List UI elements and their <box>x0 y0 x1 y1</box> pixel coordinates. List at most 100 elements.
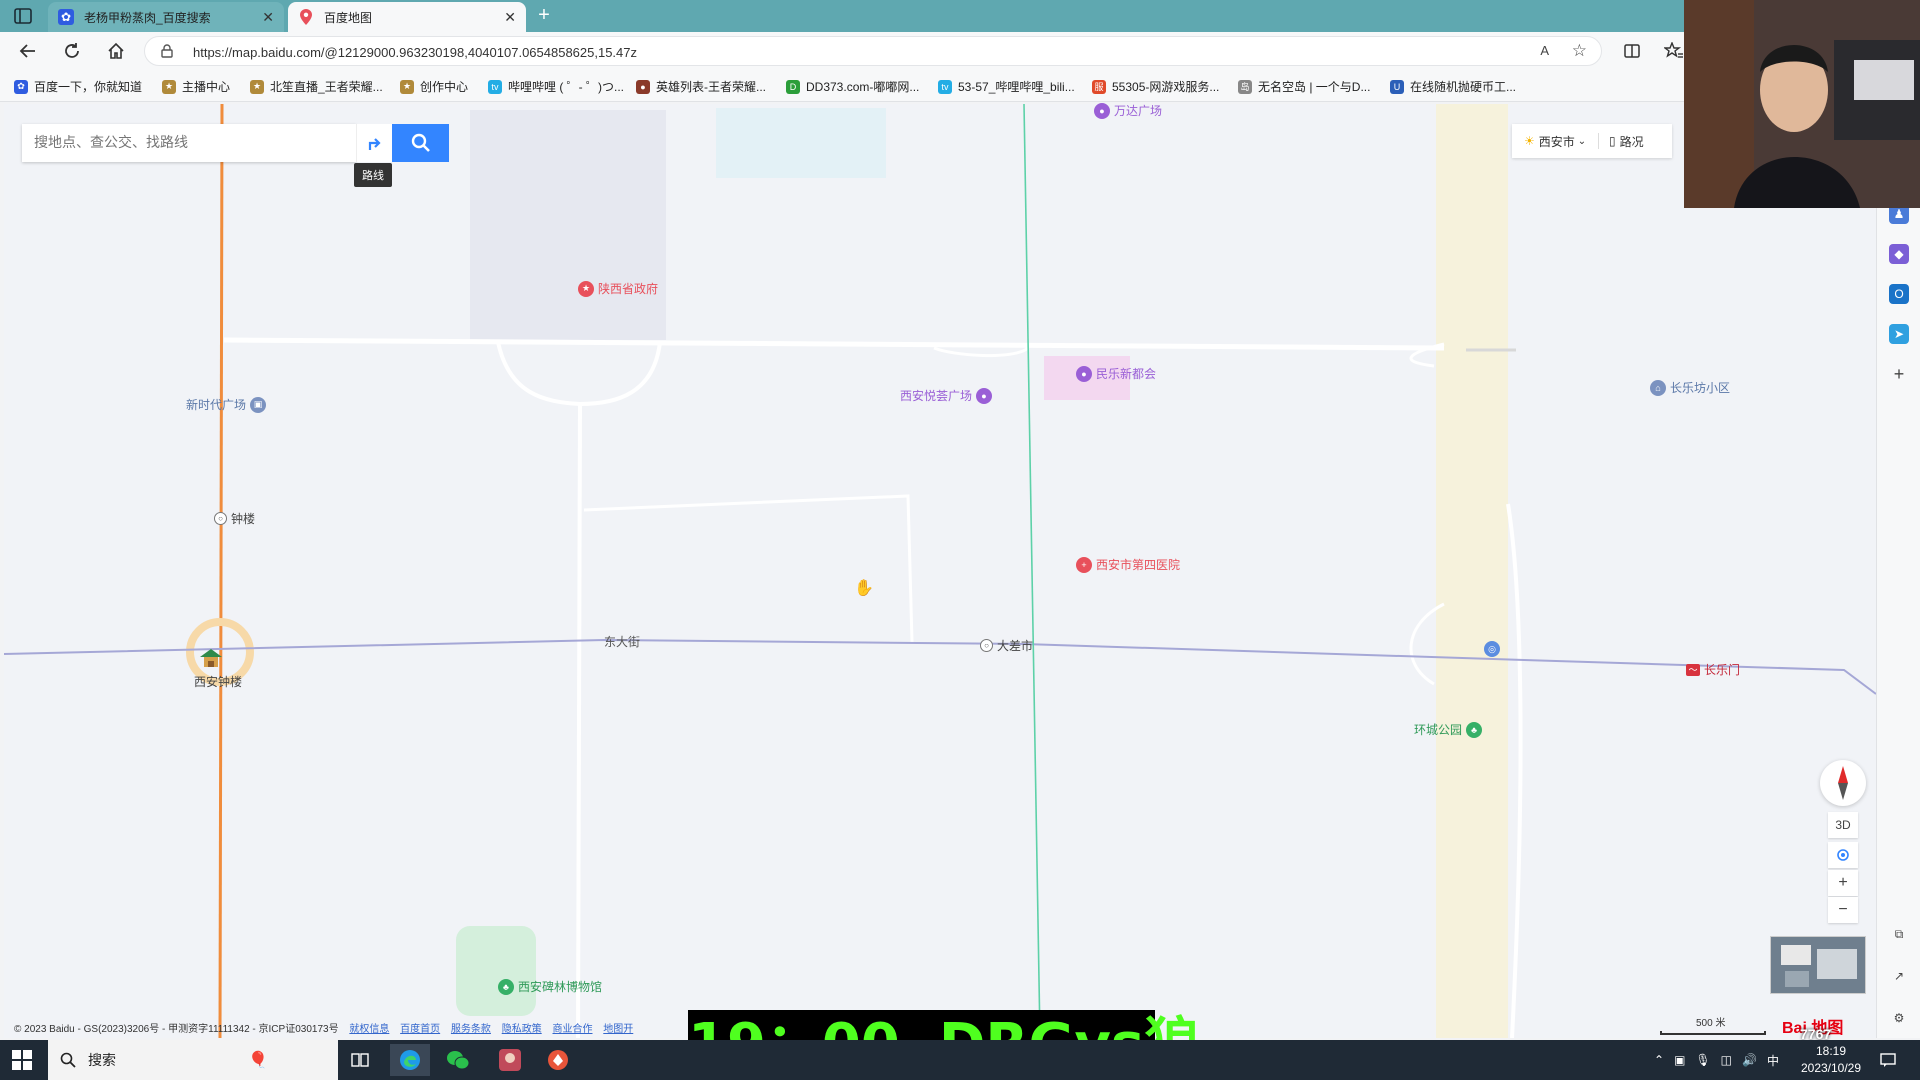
zoom-out-button[interactable]: − <box>1828 897 1858 923</box>
baidu-paw-icon: ✿ <box>58 9 74 25</box>
poi-changlemen[interactable]: 〜长乐门 <box>1686 661 1740 678</box>
poi-blue-marker[interactable]: ◎ <box>1484 641 1500 657</box>
city-traffic-bar: ☀ 西安市 ⌄ ▯ 路况 <box>1512 124 1672 158</box>
settings-gear-icon[interactable]: ⚙ <box>1889 1008 1909 1028</box>
poi-zhonglou-stop[interactable]: ○ 钟楼 <box>214 510 255 527</box>
poi-zhonglou[interactable]: 西安钟楼 <box>194 673 242 690</box>
tab-baidu-map[interactable]: 百度地图 ✕ <box>288 2 526 32</box>
bookmark-item[interactable]: D DD373.com-嘟嘟网... <box>786 78 919 95</box>
poi-label: 民乐新都会 <box>1096 367 1157 381</box>
footer-link[interactable]: 服务条款 <box>451 1024 491 1035</box>
3d-toggle[interactable]: 3D <box>1828 812 1858 838</box>
bookmark-label: 哔哩哔哩 ( ゜- ゜)つ... <box>508 80 624 94</box>
edge-browser-icon[interactable] <box>390 1044 430 1076</box>
bell-tower-icon[interactable] <box>196 647 226 671</box>
home-icon[interactable] <box>104 40 128 62</box>
bookmark-item[interactable]: ★ 主播中心 <box>162 78 230 95</box>
shopping-pin-icon: ● <box>1076 365 1092 382</box>
city-selector[interactable]: ☀ 西安市 ⌄ <box>1512 133 1598 150</box>
outlook-icon[interactable]: O <box>1889 284 1909 304</box>
game-launcher-icon[interactable] <box>538 1044 578 1076</box>
poi-huancheng[interactable]: 环城公园 ♣ <box>1414 721 1483 738</box>
new-tab-button[interactable]: + <box>532 4 556 27</box>
microphone-icon[interactable]: 🎙 <box>1695 1053 1710 1067</box>
map-search-input[interactable] <box>22 124 322 160</box>
poi-shaanxi-gov[interactable]: ★ 陕西省政府 <box>578 280 658 297</box>
poi-dachashi[interactable]: ○ 大差市 <box>980 637 1033 654</box>
bookmark-item[interactable]: tv 哔哩哔哩 ( ゜- ゜)つ... <box>488 78 624 95</box>
tab-baidu-search[interactable]: ✿ 老杨甲粉蒸肉_百度搜索 ✕ <box>48 2 284 32</box>
bookmark-label: 55305-网游戏服务... <box>1112 80 1220 94</box>
ime-indicator[interactable]: 中 <box>1767 1052 1779 1069</box>
lock-icon[interactable] <box>161 44 173 61</box>
poi-hospital[interactable]: + 西安市第四医院 <box>1076 556 1180 573</box>
locate-button[interactable] <box>1828 842 1858 868</box>
footer-link[interactable]: 百度首页 <box>400 1024 440 1035</box>
bookmark-item[interactable]: 服 55305-网游戏服务... <box>1092 78 1219 95</box>
edge-sidebar: ♟ ◆ O ➤ + ⧉ ↗ ⚙ <box>1876 104 1920 1038</box>
footer-link[interactable]: 商业合作 <box>552 1024 592 1035</box>
open-external-icon[interactable]: ↗ <box>1889 966 1909 986</box>
app-avatar-icon[interactable] <box>490 1044 530 1076</box>
tab-actions-icon[interactable] <box>10 5 36 27</box>
split-screen-icon[interactable] <box>1620 40 1644 62</box>
map-search-button[interactable] <box>392 124 449 162</box>
compass-control[interactable] <box>1820 760 1866 806</box>
add-icon[interactable]: + <box>1889 364 1909 384</box>
url-text[interactable]: https://map.baidu.com/@12129000.96323019… <box>193 45 637 60</box>
map-canvas[interactable] <box>4 104 1876 1038</box>
satellite-thumbnail[interactable] <box>1770 936 1866 994</box>
send-icon[interactable]: ➤ <box>1889 324 1909 344</box>
volume-icon[interactable]: 🔊 <box>1742 1053 1757 1067</box>
route-tooltip: 路线 <box>354 163 392 187</box>
wifi-icon[interactable]: ◫ <box>1721 1053 1732 1067</box>
bookmark-label: 创作中心 <box>420 80 469 94</box>
screenshot-icon[interactable]: ⧉ <box>1889 924 1909 944</box>
read-aloud-icon[interactable]: A <box>1540 43 1549 58</box>
bilibili-icon: tv <box>938 79 952 94</box>
taskbar: 搜索 🎈 ⌃ ▣ 🎙 ◫ 🔊 中 18:19 2023/10/29 <box>0 1040 1920 1080</box>
bookmark-item[interactable]: ★ 北笙直播_王者荣耀... <box>250 78 383 95</box>
network-icon[interactable]: ▣ <box>1674 1053 1685 1067</box>
favorites-icon[interactable] <box>1662 40 1686 62</box>
hospital-pin-icon: + <box>1076 556 1092 573</box>
streamer-icon: ★ <box>250 79 264 94</box>
wechat-icon[interactable] <box>438 1044 478 1076</box>
city-label: 西安市 <box>1538 134 1575 149</box>
zoom-in-button[interactable]: + <box>1828 870 1858 896</box>
bookmark-label: 英雄列表-王者荣耀... <box>656 80 766 94</box>
bookmark-item[interactable]: ✿ 百度一下，你就知道 <box>14 78 142 95</box>
task-view-icon[interactable] <box>340 1044 380 1076</box>
refresh-icon[interactable] <box>60 40 84 62</box>
footer-link[interactable]: 就权信息 <box>349 1024 389 1035</box>
close-tab-icon[interactable]: ✕ <box>504 9 516 26</box>
bookmark-item[interactable]: tv 53-57_哔哩哔哩_bili... <box>938 78 1075 95</box>
footer-link[interactable]: 隐私政策 <box>502 1024 542 1035</box>
games-icon[interactable]: ◆ <box>1889 244 1909 264</box>
bookmark-item[interactable]: U 在线随机抛硬币工... <box>1390 78 1516 95</box>
poi-shidai[interactable]: 新时代广场 ▣ <box>186 396 267 413</box>
address-bar[interactable]: https://map.baidu.com/@12129000.96323019… <box>144 36 1602 66</box>
taskbar-clock[interactable]: 18:19 2023/10/29 <box>1792 1043 1870 1077</box>
building-pin-icon: ▣ <box>250 396 267 413</box>
poi-beilin[interactable]: ♣ 西安碑林博物馆 <box>498 978 602 995</box>
bookmark-item[interactable]: ★ 创作中心 <box>400 78 468 95</box>
bookmark-item[interactable]: 岛无名空岛 | 一个与D... <box>1238 78 1370 95</box>
favorite-star-icon[interactable]: ☆ <box>1572 41 1587 61</box>
footer-link[interactable]: 地图开 <box>603 1024 633 1035</box>
poi-changlefang[interactable]: ⌂ 长乐坊小区 <box>1650 379 1730 396</box>
back-icon[interactable] <box>16 40 40 62</box>
poi-yueshan[interactable]: 西安悦荟广场 ● <box>900 387 993 404</box>
bookmark-item[interactable]: ● 英雄列表-王者荣耀... <box>636 78 766 95</box>
map-search-box <box>22 124 356 162</box>
close-tab-icon[interactable]: ✕ <box>262 9 274 26</box>
chevron-up-icon[interactable]: ⌃ <box>1654 1053 1664 1067</box>
windows-start-icon[interactable] <box>12 1050 32 1070</box>
route-button[interactable] <box>356 124 392 162</box>
notification-icon[interactable] <box>1880 1040 1896 1080</box>
poi-wanda[interactable]: ● 万达广场 <box>1094 102 1162 119</box>
poi-minle[interactable]: ● 民乐新都会 <box>1076 365 1156 382</box>
taskbar-search[interactable]: 搜索 🎈 <box>48 1040 338 1080</box>
poi-label: 长乐坊小区 <box>1670 381 1731 395</box>
traffic-toggle[interactable]: ▯ 路况 <box>1599 133 1644 150</box>
